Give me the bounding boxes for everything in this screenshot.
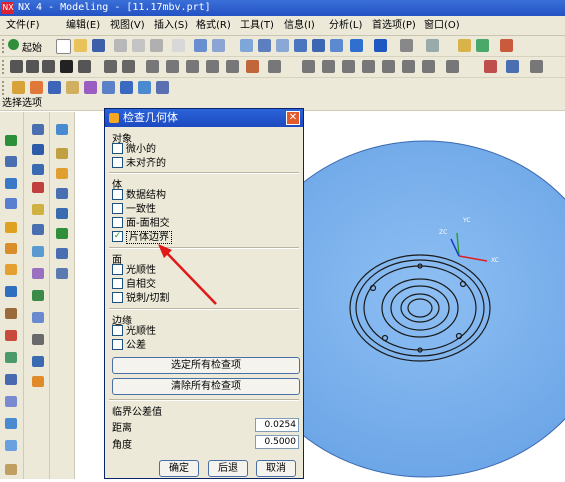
annotation-arrow bbox=[158, 244, 217, 305]
annotation-arrow-layer bbox=[158, 244, 217, 305]
